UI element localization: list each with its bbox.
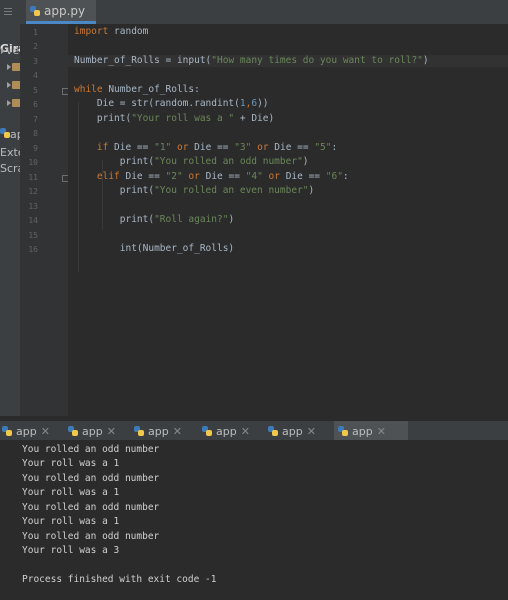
line-number: 12 (28, 187, 38, 196)
python-run-icon (2, 426, 12, 436)
tab-app-py[interactable]: app.py (26, 0, 96, 24)
run-tab-label: app (216, 424, 237, 438)
line-number: 13 (28, 202, 38, 211)
run-tab-4[interactable]: app ✕ (202, 421, 264, 441)
line-number: 8 (33, 129, 38, 138)
line-number: 3 (33, 57, 38, 66)
code-line-1: import random (74, 26, 149, 37)
project-tree-panel: Giraf ve ap Exter Scrat (0, 24, 21, 416)
console-line: Your roll was a 1 (22, 487, 120, 498)
line-number: 14 (28, 216, 38, 225)
python-file-icon (30, 5, 40, 16)
console-line: Your roll was a 1 (22, 516, 120, 527)
expand-arrow-icon[interactable] (7, 82, 11, 88)
tree-item-scratches[interactable]: Scrat (0, 162, 20, 175)
tree-item-label: Exter (0, 146, 20, 159)
tree-folder-2[interactable] (6, 78, 20, 91)
run-tab-2[interactable]: app ✕ (68, 421, 130, 441)
console-line: You rolled an odd number (22, 444, 160, 455)
close-icon[interactable]: ✕ (173, 425, 182, 438)
console-line: Your roll was a 1 (22, 458, 120, 469)
editor-tab-bar: app.py (0, 0, 508, 25)
run-tab-1[interactable]: app ✕ (2, 421, 64, 441)
line-number: 10 (28, 158, 38, 167)
code-line-6: Die = str(random.randint(1,6)) (74, 98, 269, 109)
run-console[interactable]: You rolled an odd number Your roll was a… (0, 440, 508, 600)
code-line-16: int(Number_of_Rolls) (74, 243, 235, 254)
tree-folder-1[interactable] (6, 60, 20, 73)
run-tab-label: app (282, 424, 303, 438)
code-line-5: while Number_of_Rolls: (74, 84, 200, 95)
menu-grip-icon[interactable] (4, 8, 12, 16)
line-number: 5 (33, 86, 38, 95)
run-tab-5[interactable]: app ✕ (268, 421, 330, 441)
code-line-14: print("Roll again?") (74, 214, 235, 225)
close-icon[interactable]: ✕ (107, 425, 116, 438)
line-number: 6 (33, 100, 38, 109)
python-run-icon (268, 426, 278, 436)
tree-item-label: ve (6, 44, 20, 57)
line-number: 16 (28, 245, 38, 254)
line-number: 7 (33, 115, 38, 124)
run-tab-label: app (82, 424, 103, 438)
process-exit-line: Process finished with exit code -1 (22, 574, 217, 585)
python-run-icon (68, 426, 78, 436)
run-tab-label: app (16, 424, 37, 438)
run-tab-3[interactable]: app ✕ (134, 421, 196, 441)
run-tab-6-active[interactable]: app ✕ (334, 421, 408, 441)
tree-item-venv[interactable]: ve (0, 44, 19, 57)
python-file-icon (0, 128, 10, 138)
code-line-7: print("Your roll was a " + Die) (74, 113, 275, 124)
code-line-11: elif Die == "2" or Die == "4" or Die == … (74, 171, 349, 182)
expand-arrow-icon[interactable] (7, 64, 11, 70)
tab-label: app.py (44, 3, 86, 18)
line-number: 11 (28, 173, 38, 182)
python-run-icon (338, 426, 348, 436)
line-number: 1 (33, 28, 38, 37)
expand-arrow-icon[interactable] (1, 48, 5, 54)
python-run-icon (134, 426, 144, 436)
code-line-9: if Die == "1" or Die == "3" or Die == "5… (74, 142, 338, 153)
tree-item-external-libraries[interactable]: Exter (0, 146, 20, 159)
close-icon[interactable]: ✕ (41, 425, 50, 438)
close-icon[interactable]: ✕ (377, 425, 386, 438)
run-tab-label: app (148, 424, 169, 438)
console-line: Your roll was a 3 (22, 545, 120, 556)
expand-arrow-icon[interactable] (7, 100, 11, 106)
tree-item-label: Scrat (0, 162, 20, 175)
console-line: You rolled an odd number (22, 531, 160, 542)
code-line-10: print("You rolled an odd number") (74, 156, 309, 167)
close-icon[interactable]: ✕ (307, 425, 316, 438)
close-icon[interactable]: ✕ (241, 425, 250, 438)
run-tab-label: app (352, 424, 373, 438)
run-tabs-bar: app ✕ app ✕ app ✕ app ✕ app ✕ app ✕ (0, 420, 508, 441)
tree-folder-3[interactable] (6, 96, 20, 109)
console-line: You rolled an odd number (22, 473, 160, 484)
line-number: 9 (33, 144, 38, 153)
line-number-gutter: 1 2 3 4 5 6 7 8 9 10 11 12 13 14 15 16 (20, 24, 69, 416)
code-line-3: Number_of_Rolls = input("How many times … (74, 55, 429, 66)
tree-item-app-py[interactable]: ap (0, 128, 20, 141)
line-number: 2 (33, 42, 38, 51)
console-line: You rolled an odd number (22, 502, 160, 513)
line-number: 15 (28, 231, 38, 240)
python-run-icon (202, 426, 212, 436)
code-editor[interactable]: import random Number_of_Rolls = input("H… (68, 24, 508, 416)
code-line-12: print("You rolled an even number") (74, 185, 315, 196)
line-number: 4 (33, 71, 38, 80)
